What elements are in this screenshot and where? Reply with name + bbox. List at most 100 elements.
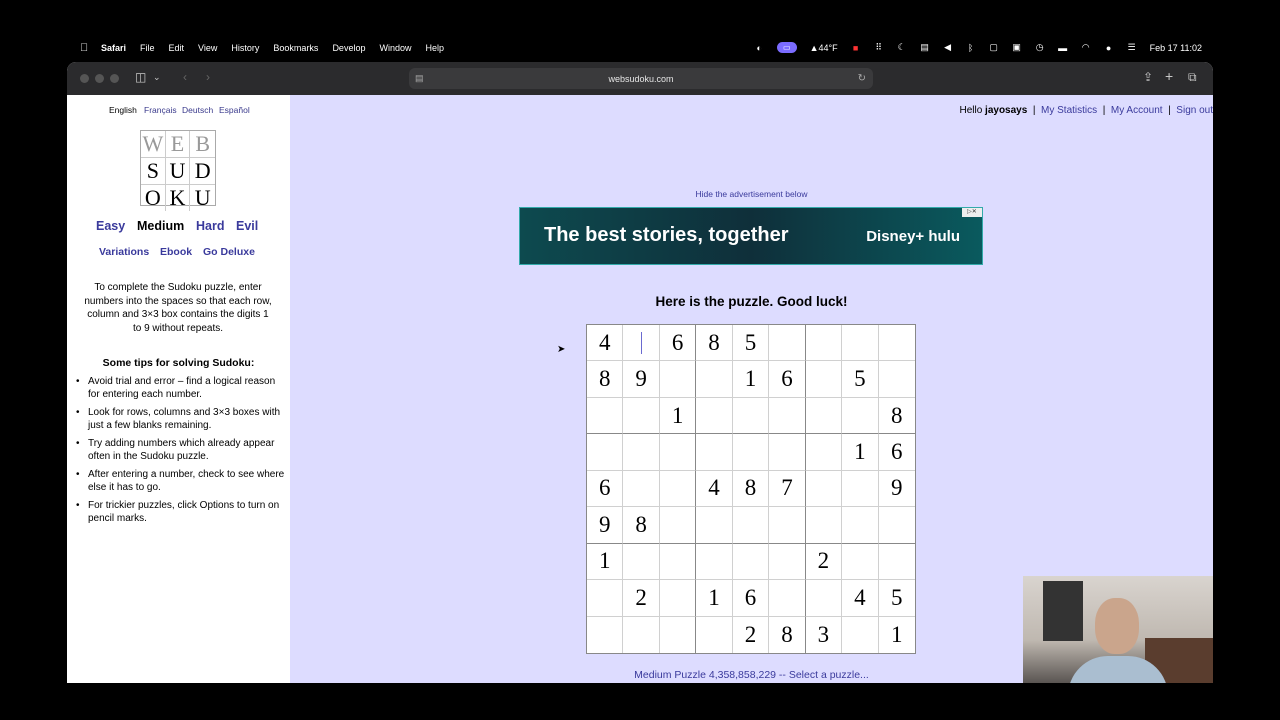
keyboard-icon[interactable]: ▤	[920, 42, 930, 53]
new-tab-icon[interactable]: +	[1165, 68, 1173, 84]
sudoku-input-cell[interactable]	[587, 434, 624, 471]
sudoku-input-cell[interactable]	[769, 507, 806, 544]
sidebar-toggle-icon[interactable]: ◫	[135, 70, 146, 84]
ad-choices-icon[interactable]: ▷✕	[962, 208, 982, 217]
difficulty-evil-link[interactable]: Evil	[236, 219, 258, 233]
window-icon[interactable]: ▢	[989, 42, 999, 53]
difficulty-easy-link[interactable]: Easy	[96, 219, 125, 233]
go-deluxe-link[interactable]: Go Deluxe	[203, 246, 255, 258]
recording-icon[interactable]: ■	[851, 43, 861, 53]
sudoku-input-cell[interactable]	[878, 361, 915, 398]
sudoku-input-cell[interactable]	[659, 580, 697, 617]
advertisement-banner[interactable]: The best stories, together Disney+ hulu …	[519, 207, 983, 265]
sudoku-input-cell[interactable]	[732, 543, 770, 581]
clock-text[interactable]: Feb 17 11:02	[1150, 43, 1202, 53]
sudoku-input-cell[interactable]	[623, 325, 660, 362]
volume-icon[interactable]: ◀	[943, 42, 953, 53]
sudoku-input-cell[interactable]	[769, 580, 806, 617]
menu-file[interactable]: File	[140, 43, 155, 53]
time-machine-icon[interactable]: ◷	[1035, 42, 1045, 53]
bluetooth-icon[interactable]: ᛒ	[966, 43, 976, 53]
sudoku-input-cell[interactable]	[623, 543, 660, 581]
sudoku-input-cell[interactable]	[805, 470, 843, 508]
battery-icon[interactable]: ▬	[1058, 43, 1068, 53]
sudoku-input-cell[interactable]	[769, 434, 806, 471]
weather-text[interactable]: ▲44°F	[810, 43, 838, 53]
sudoku-input-cell[interactable]	[623, 397, 660, 435]
sudoku-input-cell[interactable]	[660, 616, 697, 653]
sudoku-input-cell[interactable]	[623, 434, 660, 471]
sudoku-input-cell[interactable]	[732, 507, 770, 544]
menu-history[interactable]: History	[231, 43, 259, 53]
menu-develop[interactable]: Develop	[332, 43, 365, 53]
sudoku-input-cell[interactable]	[659, 507, 697, 544]
sudoku-input-cell[interactable]	[805, 507, 843, 544]
moon-icon[interactable]: ☾	[897, 42, 907, 53]
lang-deutsch[interactable]: Deutsch	[182, 105, 213, 115]
menu-help[interactable]: Help	[425, 43, 444, 53]
sudoku-input-cell[interactable]	[878, 507, 915, 544]
ebook-link[interactable]: Ebook	[160, 246, 192, 258]
close-window-button[interactable]	[80, 74, 89, 83]
sudoku-input-cell[interactable]	[842, 507, 879, 544]
sudoku-input-cell[interactable]	[805, 397, 843, 435]
sudoku-input-cell[interactable]	[659, 434, 697, 471]
sudoku-input-cell[interactable]	[696, 507, 733, 544]
my-statistics-link[interactable]: My Statistics	[1041, 105, 1097, 116]
reload-icon[interactable]: ↻	[858, 73, 866, 84]
sudoku-input-cell[interactable]	[769, 325, 806, 362]
sudoku-input-cell[interactable]	[587, 616, 624, 653]
back-icon[interactable]: ‹	[183, 70, 187, 84]
sudoku-input-cell[interactable]	[587, 580, 624, 617]
sudoku-input-cell[interactable]	[732, 397, 770, 435]
sudoku-input-cell[interactable]	[805, 434, 843, 471]
sudoku-input-cell[interactable]	[769, 397, 806, 435]
wifi-icon[interactable]: ◠	[1081, 42, 1091, 53]
sudoku-input-cell[interactable]	[805, 325, 843, 362]
menu-edit[interactable]: Edit	[169, 43, 185, 53]
lang-english[interactable]: English	[109, 105, 137, 115]
difficulty-hard-link[interactable]: Hard	[196, 219, 224, 233]
forward-icon[interactable]: ›	[206, 70, 210, 84]
sudoku-input-cell[interactable]	[696, 434, 733, 471]
sudoku-input-cell[interactable]	[769, 543, 806, 581]
sudoku-input-cell[interactable]	[696, 397, 733, 435]
sudoku-input-cell[interactable]	[842, 397, 879, 435]
control-center-icon[interactable]: ☰	[1127, 42, 1137, 53]
menu-app-name[interactable]: Safari	[101, 43, 126, 53]
my-account-link[interactable]: My Account	[1111, 105, 1163, 116]
sudoku-input-cell[interactable]	[842, 543, 879, 581]
menu-bookmarks[interactable]: Bookmarks	[273, 43, 318, 53]
sudoku-input-cell[interactable]	[842, 325, 879, 362]
grid-icon[interactable]: ⠿	[874, 42, 884, 53]
sudoku-input-cell[interactable]	[842, 616, 879, 653]
zoom-window-button[interactable]	[110, 74, 119, 83]
sudoku-input-cell[interactable]	[696, 543, 733, 581]
chevron-down-icon[interactable]: ⌄	[153, 72, 161, 83]
sudoku-input-cell[interactable]	[732, 434, 770, 471]
variations-link[interactable]: Variations	[99, 246, 149, 258]
sudoku-input-cell[interactable]	[659, 361, 697, 398]
display-icon[interactable]: ▣	[1012, 42, 1022, 53]
sudoku-input-cell[interactable]	[805, 580, 843, 617]
sudoku-input-cell[interactable]	[623, 616, 660, 653]
share-icon[interactable]: ⇪	[1143, 70, 1153, 84]
menu-window[interactable]: Window	[379, 43, 411, 53]
sudoku-input-cell[interactable]	[696, 616, 733, 653]
sudoku-input-cell[interactable]	[659, 470, 697, 508]
lang-francais[interactable]: Français	[144, 105, 177, 115]
screen-share-icon[interactable]: ◐	[754, 43, 764, 53]
websudoku-logo[interactable]: W E B S U D O K U	[140, 130, 216, 211]
sudoku-input-cell[interactable]	[805, 361, 843, 398]
page-menu-icon[interactable]: ▤	[415, 73, 424, 84]
apple-icon[interactable]: 	[80, 42, 88, 54]
hide-ad-link[interactable]: Hide the advertisement below	[290, 189, 1213, 199]
sudoku-input-cell[interactable]	[587, 397, 624, 435]
sudoku-input-cell[interactable]	[878, 544, 915, 581]
menu-view[interactable]: View	[198, 43, 217, 53]
sudoku-input-cell[interactable]	[842, 470, 879, 508]
minimize-window-button[interactable]	[95, 74, 104, 83]
sudoku-input-cell[interactable]	[696, 361, 733, 398]
stage-manager-icon[interactable]: ▭	[777, 42, 797, 53]
lang-espanol[interactable]: Español	[219, 105, 250, 115]
